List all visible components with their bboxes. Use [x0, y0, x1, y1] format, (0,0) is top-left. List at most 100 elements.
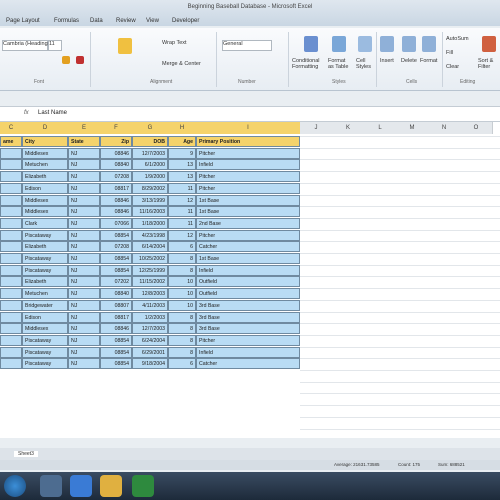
worksheet-grid[interactable]: CDEFGHIJKLMNO ame City State Zip DOB Age Prima…	[0, 122, 500, 438]
format-cells-icon[interactable]	[422, 36, 436, 52]
table-cell[interactable]: NJ	[68, 334, 100, 346]
table-header-cell[interactable]: State	[68, 136, 100, 147]
table-cell[interactable]: NJ	[68, 358, 100, 370]
table-cell[interactable]: 8/29/2002	[132, 182, 168, 194]
table-cell[interactable]: Clark	[22, 217, 68, 229]
table-cell[interactable]: Pitcher	[196, 229, 300, 241]
table-cell[interactable]: 1st Base	[196, 194, 300, 206]
cell-styles-icon[interactable]	[358, 36, 372, 52]
table-cell[interactable]: Piscataway	[22, 264, 68, 276]
table-cell[interactable]: 1/18/2000	[132, 217, 168, 229]
table-cell[interactable]	[0, 311, 22, 323]
table-cell[interactable]: NJ	[68, 171, 100, 183]
column-header-n[interactable]: N	[428, 122, 461, 134]
table-cell[interactable]: Edison	[22, 311, 68, 323]
table-cell[interactable]: 08854	[100, 264, 132, 276]
tab-review[interactable]: Review	[116, 18, 136, 24]
table-cell[interactable]: Piscataway	[22, 346, 68, 358]
column-header-g[interactable]: G	[132, 122, 169, 134]
table-cell[interactable]: NJ	[68, 229, 100, 241]
table-cell[interactable]: 8	[168, 346, 196, 358]
table-cell[interactable]	[0, 171, 22, 183]
table-cell[interactable]: 6	[168, 241, 196, 253]
table-cell[interactable]: 08854	[100, 334, 132, 346]
table-cell[interactable]: 8	[168, 311, 196, 323]
table-cell[interactable]: 13	[168, 171, 196, 183]
table-cell[interactable]	[0, 217, 22, 229]
internet-explorer-icon[interactable]	[70, 475, 92, 497]
table-cell[interactable]: Pitcher	[196, 334, 300, 346]
table-header-cell[interactable]: ame	[0, 136, 22, 147]
table-cell[interactable]: Pitcher	[196, 147, 300, 159]
font-name-select[interactable]: Cambria (Headings)	[2, 40, 52, 51]
format-as-table-button[interactable]: Format as Table	[328, 58, 352, 70]
column-header-l[interactable]: L	[364, 122, 397, 134]
table-cell[interactable]: 8	[168, 334, 196, 346]
table-cell[interactable]: 12/25/1999	[132, 264, 168, 276]
fill-color-icon[interactable]	[62, 56, 70, 64]
number-format-select[interactable]: General	[222, 40, 272, 51]
column-header-j[interactable]: J	[300, 122, 333, 134]
table-cell[interactable]: 6/14/2004	[132, 241, 168, 253]
table-cell[interactable]	[0, 206, 22, 218]
autosum-button[interactable]: AutoSum	[446, 36, 469, 42]
column-header-e[interactable]: E	[68, 122, 101, 134]
table-cell[interactable]: Metuchen	[22, 159, 68, 171]
wrap-text-button[interactable]: Wrap Text	[162, 40, 187, 46]
table-cell[interactable]: 11	[168, 206, 196, 218]
table-cell[interactable]: 2nd Base	[196, 217, 300, 229]
table-cell[interactable]: 9/18/2004	[132, 358, 168, 370]
align-center-icon[interactable]	[118, 38, 132, 54]
table-cell[interactable]: Infield	[196, 159, 300, 171]
tab-view[interactable]: View	[146, 18, 159, 24]
table-cell[interactable]: NJ	[68, 299, 100, 311]
table-cell[interactable]: Infield	[196, 264, 300, 276]
table-cell[interactable]: NJ	[68, 276, 100, 288]
table-cell[interactable]	[0, 358, 22, 370]
table-cell[interactable]: 07066	[100, 217, 132, 229]
table-cell[interactable]: Metuchen	[22, 288, 68, 300]
table-cell[interactable]: 08854	[100, 253, 132, 264]
table-cell[interactable]: 08840	[100, 159, 132, 171]
clear-button[interactable]: Clear	[446, 64, 459, 70]
table-cell[interactable]: 07202	[100, 276, 132, 288]
table-cell[interactable]: Middlesex	[22, 194, 68, 206]
start-button-icon[interactable]	[4, 475, 26, 497]
table-cell[interactable]: Elizabeth	[22, 241, 68, 253]
table-cell[interactable]: NJ	[68, 323, 100, 335]
table-cell[interactable]: Bridgewater	[22, 299, 68, 311]
table-cell[interactable]: 3rd Base	[196, 311, 300, 323]
table-cell[interactable]: NJ	[68, 159, 100, 171]
table-cell[interactable]: 6/1/2000	[132, 159, 168, 171]
table-cell[interactable]: 11	[168, 182, 196, 194]
table-cell[interactable]: 4/11/2003	[132, 299, 168, 311]
column-header-i[interactable]: I	[196, 122, 301, 134]
tab-data[interactable]: Data	[90, 18, 103, 24]
tab-page-layout[interactable]: Page Layout	[6, 18, 40, 24]
column-header-k[interactable]: K	[332, 122, 365, 134]
fill-button[interactable]: Fill	[446, 50, 453, 56]
delete-button[interactable]: Delete	[401, 58, 417, 64]
table-cell[interactable]: 8	[168, 253, 196, 264]
column-header-f[interactable]: F	[100, 122, 133, 134]
table-cell[interactable]: Outfield	[196, 288, 300, 300]
table-cell[interactable]: 08817	[100, 311, 132, 323]
table-cell[interactable]	[0, 276, 22, 288]
table-cell[interactable]	[0, 288, 22, 300]
table-cell[interactable]	[0, 299, 22, 311]
tab-developer[interactable]: Developer	[172, 18, 199, 24]
table-cell[interactable]: Edison	[22, 182, 68, 194]
table-header-cell[interactable]: City	[22, 136, 68, 147]
table-cell[interactable]: 12	[168, 229, 196, 241]
table-header-cell[interactable]: Primary Position	[196, 136, 300, 147]
table-cell[interactable]: 08846	[100, 147, 132, 159]
font-color-icon[interactable]	[76, 56, 84, 64]
table-cell[interactable]: NJ	[68, 147, 100, 159]
table-cell[interactable]: 13	[168, 159, 196, 171]
table-cell[interactable]: 08846	[100, 194, 132, 206]
table-cell[interactable]: 9	[168, 147, 196, 159]
file-explorer-icon[interactable]	[100, 475, 122, 497]
sort-filter-button[interactable]: Sort & Filter	[478, 58, 498, 70]
format-as-table-icon[interactable]	[332, 36, 346, 52]
sort-filter-icon[interactable]	[482, 36, 496, 52]
